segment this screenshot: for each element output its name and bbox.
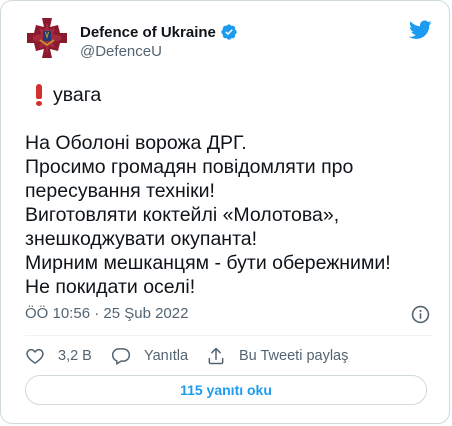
author-handle[interactable]: @DefenceU <box>80 43 162 60</box>
tweet-text: увага На Оболоні ворожа ДРГ. Просимо гро… <box>25 83 435 299</box>
tweet-line: Не покидати оселі! <box>25 276 196 298</box>
info-icon[interactable] <box>411 305 430 324</box>
tweet-line: Мирним мешканцям - бути обережними! <box>25 252 391 274</box>
warning-line: увага <box>25 83 435 107</box>
exclamation-icon <box>33 84 45 106</box>
share-arrow-icon <box>208 347 224 365</box>
share-button[interactable]: Bu Tweeti paylaş <box>206 346 348 366</box>
read-replies-button[interactable]: 115 yanıtı oku <box>25 375 427 405</box>
author-name-row[interactable]: Defence of Ukraine <box>80 22 238 42</box>
reply-label: Yanıtla <box>144 348 189 364</box>
defence-emblem-icon <box>27 18 67 58</box>
tweet-line: пересування техніки! <box>25 180 215 202</box>
author-display-name[interactable]: Defence of Ukraine <box>80 24 216 41</box>
tweet-line: На Оболоні ворожа ДРГ. <box>25 132 247 154</box>
divider <box>25 335 433 336</box>
like-count: 3,2 B <box>58 348 92 364</box>
avatar[interactable] <box>25 16 69 60</box>
action-bar: 3,2 B Yanıtla Bu Tweeti paylaş <box>25 344 348 368</box>
tweet-line: Виготовляти коктейлі «Молотова», <box>25 204 340 226</box>
twitter-bird-icon[interactable] <box>409 20 432 40</box>
tweet-line: Просимо громадян повідомляти про <box>25 156 354 178</box>
tweet-card: Defence of Ukraine @DefenceU увага На Об… <box>0 0 450 424</box>
like-button[interactable]: 3,2 B <box>25 346 111 366</box>
warning-word: увага <box>53 84 102 106</box>
verified-badge-icon <box>221 24 237 40</box>
share-label: Bu Tweeti paylaş <box>239 348 349 364</box>
tweet-line: знешкоджувати окупанта! <box>25 228 258 250</box>
tweet-timestamp[interactable]: ÖÖ 10:56 · 25 Şub 2022 <box>25 305 188 322</box>
speech-bubble-icon <box>111 348 131 365</box>
reply-button[interactable]: Yanıtla <box>111 346 206 366</box>
heart-icon <box>26 348 44 364</box>
